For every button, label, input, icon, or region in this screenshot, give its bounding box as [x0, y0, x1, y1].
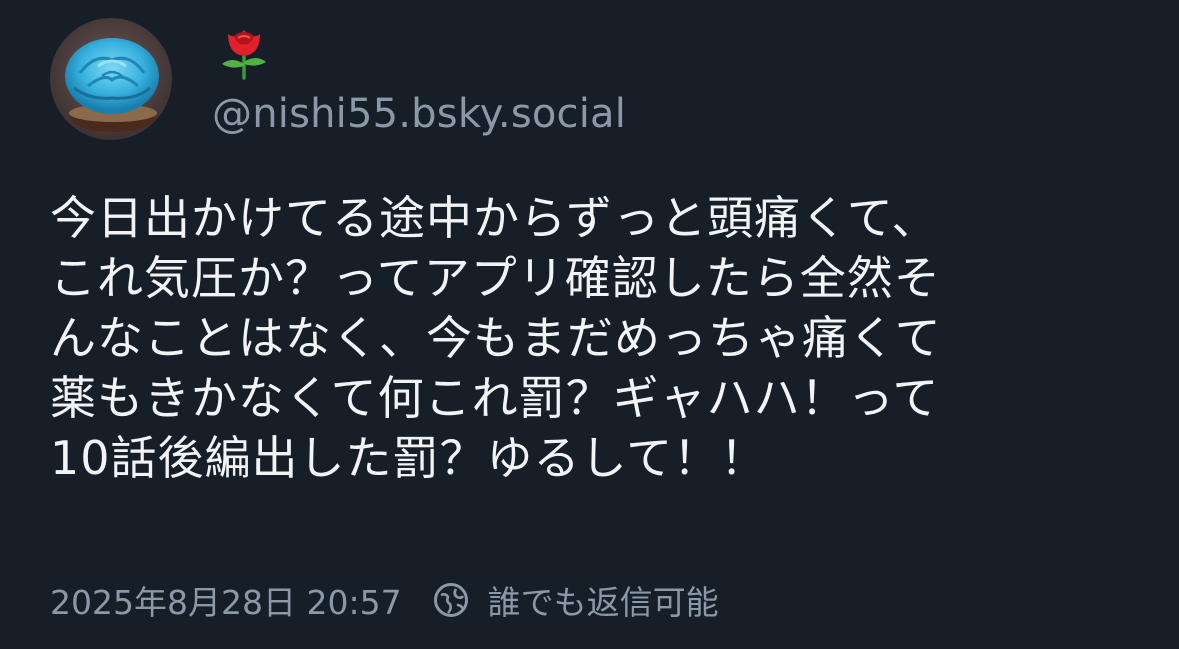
post-timestamp[interactable]: 2025年8月28日 20:57 — [50, 576, 402, 624]
post-text-line: んなことはなく、今もまだめっちゃ痛くて — [50, 311, 942, 365]
post-text-line: これ気圧か？ってアプリ確認したら全然そ — [50, 251, 941, 305]
globe-icon — [432, 581, 470, 619]
reply-setting-label[interactable]: 誰でも返信可能 — [488, 576, 719, 624]
post-text-line: 10話後編出した罰？ゆるして！！ — [50, 431, 768, 485]
display-name-rose-emoji[interactable] — [214, 20, 274, 80]
rose-icon — [222, 30, 266, 80]
post-text: 今日出かけてる途中からずっと頭痛くて、 これ気圧か？ってアプリ確認したら全然そ … — [50, 188, 1140, 488]
post-text-line: 薬もきかなくて何これ罰？ギャハハ！って — [50, 371, 940, 425]
avatar-image — [50, 18, 172, 140]
post-text-line: 今日出かけてる途中からずっと頭痛くて、 — [50, 191, 939, 245]
author-handle[interactable]: @nishi55.bsky.social — [212, 90, 626, 138]
post-meta: 2025年8月28日 20:57 誰でも返信可能 — [50, 575, 719, 625]
avatar[interactable] — [50, 18, 172, 140]
